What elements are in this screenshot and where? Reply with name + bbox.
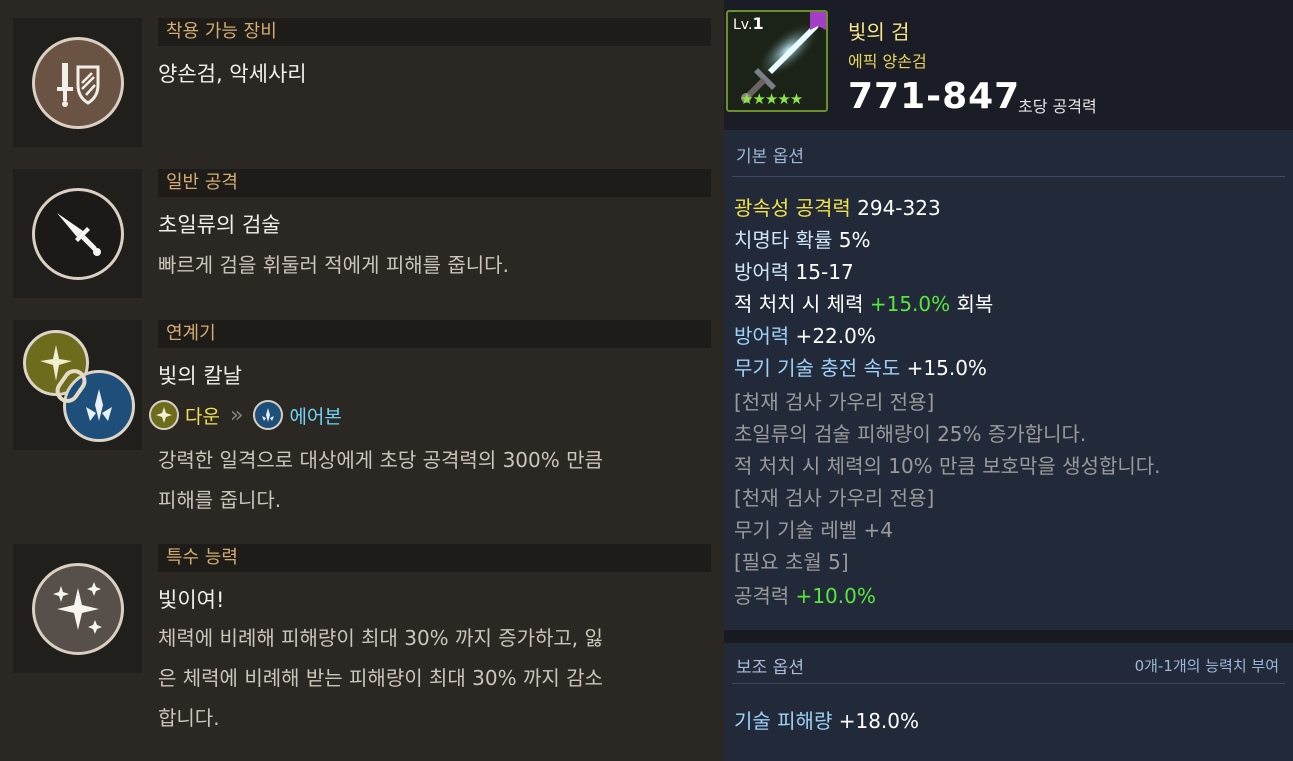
sparkle-icon	[32, 563, 124, 655]
skill-desc-line: 합니다.	[158, 706, 220, 730]
item-attack: 771-847	[848, 76, 1021, 117]
skill-category: 일반 공격	[158, 169, 711, 197]
sub-options: 보조 옵션 0개-1개의 능력치 부여 기술 피해량 +18.0%	[724, 643, 1293, 761]
option-line: 기술 피해량 +18.0%	[734, 709, 920, 733]
option-line: 무기 기술 충전 속도 +15.0%	[734, 356, 987, 380]
skill-icon-box	[13, 544, 142, 673]
item-level: Lv.1	[733, 14, 764, 33]
skill-icon-box	[13, 169, 142, 298]
skill-name: 초일류의 검술	[158, 213, 281, 237]
option-line: [천재 검사 가우리 전용]	[734, 390, 935, 414]
option-line: [필요 초월 5]	[734, 550, 849, 574]
airborne-small-icon	[253, 400, 284, 430]
skill-combo: 연계기 빛의 칼날 다운 » 에어본 강력한 일격으로 대상에게 초당 공격력의…	[13, 320, 713, 520]
skill-icon-box	[13, 320, 142, 450]
divider	[732, 176, 1285, 177]
skill-category: 특수 능력	[158, 544, 711, 572]
divider	[724, 630, 1293, 643]
option-line: 공격력 +10.0%	[734, 584, 876, 608]
sword-icon	[32, 188, 124, 280]
combo-from: 다운	[185, 405, 220, 428]
skill-equipment: 착용 가능 장비 양손검, 악세사리	[13, 18, 713, 149]
option-line: 치명타 확률 5%	[734, 228, 871, 252]
basic-options: 기본 옵션 광속성 공격력 294-323 치명타 확률 5% 방어력 15-1…	[724, 130, 1293, 630]
sub-options-note: 0개-1개의 능력치 부여	[1134, 657, 1279, 675]
star-rating-icon: ★★★★★	[740, 90, 803, 108]
combo-arrow-icon: »	[229, 402, 244, 428]
skill-panel: 착용 가능 장비 양손검, 악세사리 일반 공격 초일류의 검술 빠르게 검을 …	[0, 0, 724, 761]
skill-desc-line: 강력한 일격으로 대상에게 초당 공격력의 300% 만큼	[158, 448, 603, 472]
option-line: 적 처치 시 체력 +15.0% 회복	[734, 292, 994, 316]
down-icon	[149, 400, 179, 430]
skill-desc-line: 은 체력에 비례해 받는 피해량이 최대 30% 까지 감소	[158, 666, 603, 690]
skill-basic-attack: 일반 공격 초일류의 검술 빠르게 검을 휘둘러 적에게 피해를 줍니다.	[13, 169, 713, 300]
basic-options-title: 기본 옵션	[736, 147, 804, 167]
skill-name: 양손검, 악세사리	[158, 62, 307, 86]
option-line: [천재 검사 가우리 전용]	[734, 486, 935, 510]
skill-desc-line: 체력에 비례해 피해량이 최대 30% 까지 증가하고, 잃	[158, 626, 603, 650]
item-name: 빛의 검	[848, 20, 910, 44]
skill-name: 빛의 칼날	[158, 364, 242, 388]
option-line: 적 처치 시 체력의 10% 만큼 보호막을 생성합니다.	[734, 454, 1161, 478]
skill-desc: 빠르게 검을 휘둘러 적에게 피해를 줍니다.	[158, 253, 509, 277]
combo-to: 에어본	[289, 405, 342, 428]
item-attack-label: 초당 공격력	[1018, 97, 1097, 116]
item-header: Lv.1 ★★★★★ 빛의 검 에픽 양손검 771-847 초당 공격력	[724, 0, 1293, 130]
option-line: 방어력 15-17	[734, 260, 854, 284]
skill-category: 연계기	[158, 320, 711, 348]
skill-desc-line: 피해를 줍니다.	[158, 488, 282, 512]
item-grade: 에픽 양손검	[848, 52, 927, 71]
option-line: 방어력 +22.0%	[734, 324, 876, 348]
option-line: 무기 기술 레벨 +4	[734, 518, 893, 542]
option-line: 광속성 공격력 294-323	[734, 196, 941, 220]
combo-sequence: 다운 » 에어본	[149, 400, 342, 430]
item-tooltip: Lv.1 ★★★★★ 빛의 검 에픽 양손검 771-847 초당 공격력 기본…	[724, 0, 1293, 761]
divider	[732, 683, 1285, 684]
skill-icon-box	[13, 18, 142, 147]
sub-options-title: 보조 옵션	[736, 658, 804, 678]
option-line: 초일류의 검술 피해량이 25% 증가합니다.	[734, 422, 1087, 446]
skill-category: 착용 가능 장비	[158, 18, 711, 46]
skill-name: 빛이여!	[158, 588, 225, 612]
skill-special: 특수 능력 빛이여! 체력에 비례해 피해량이 최대 30% 까지 증가하고, …	[13, 544, 713, 744]
item-thumbnail: Lv.1 ★★★★★	[726, 10, 828, 112]
sword-shield-icon	[32, 37, 124, 129]
